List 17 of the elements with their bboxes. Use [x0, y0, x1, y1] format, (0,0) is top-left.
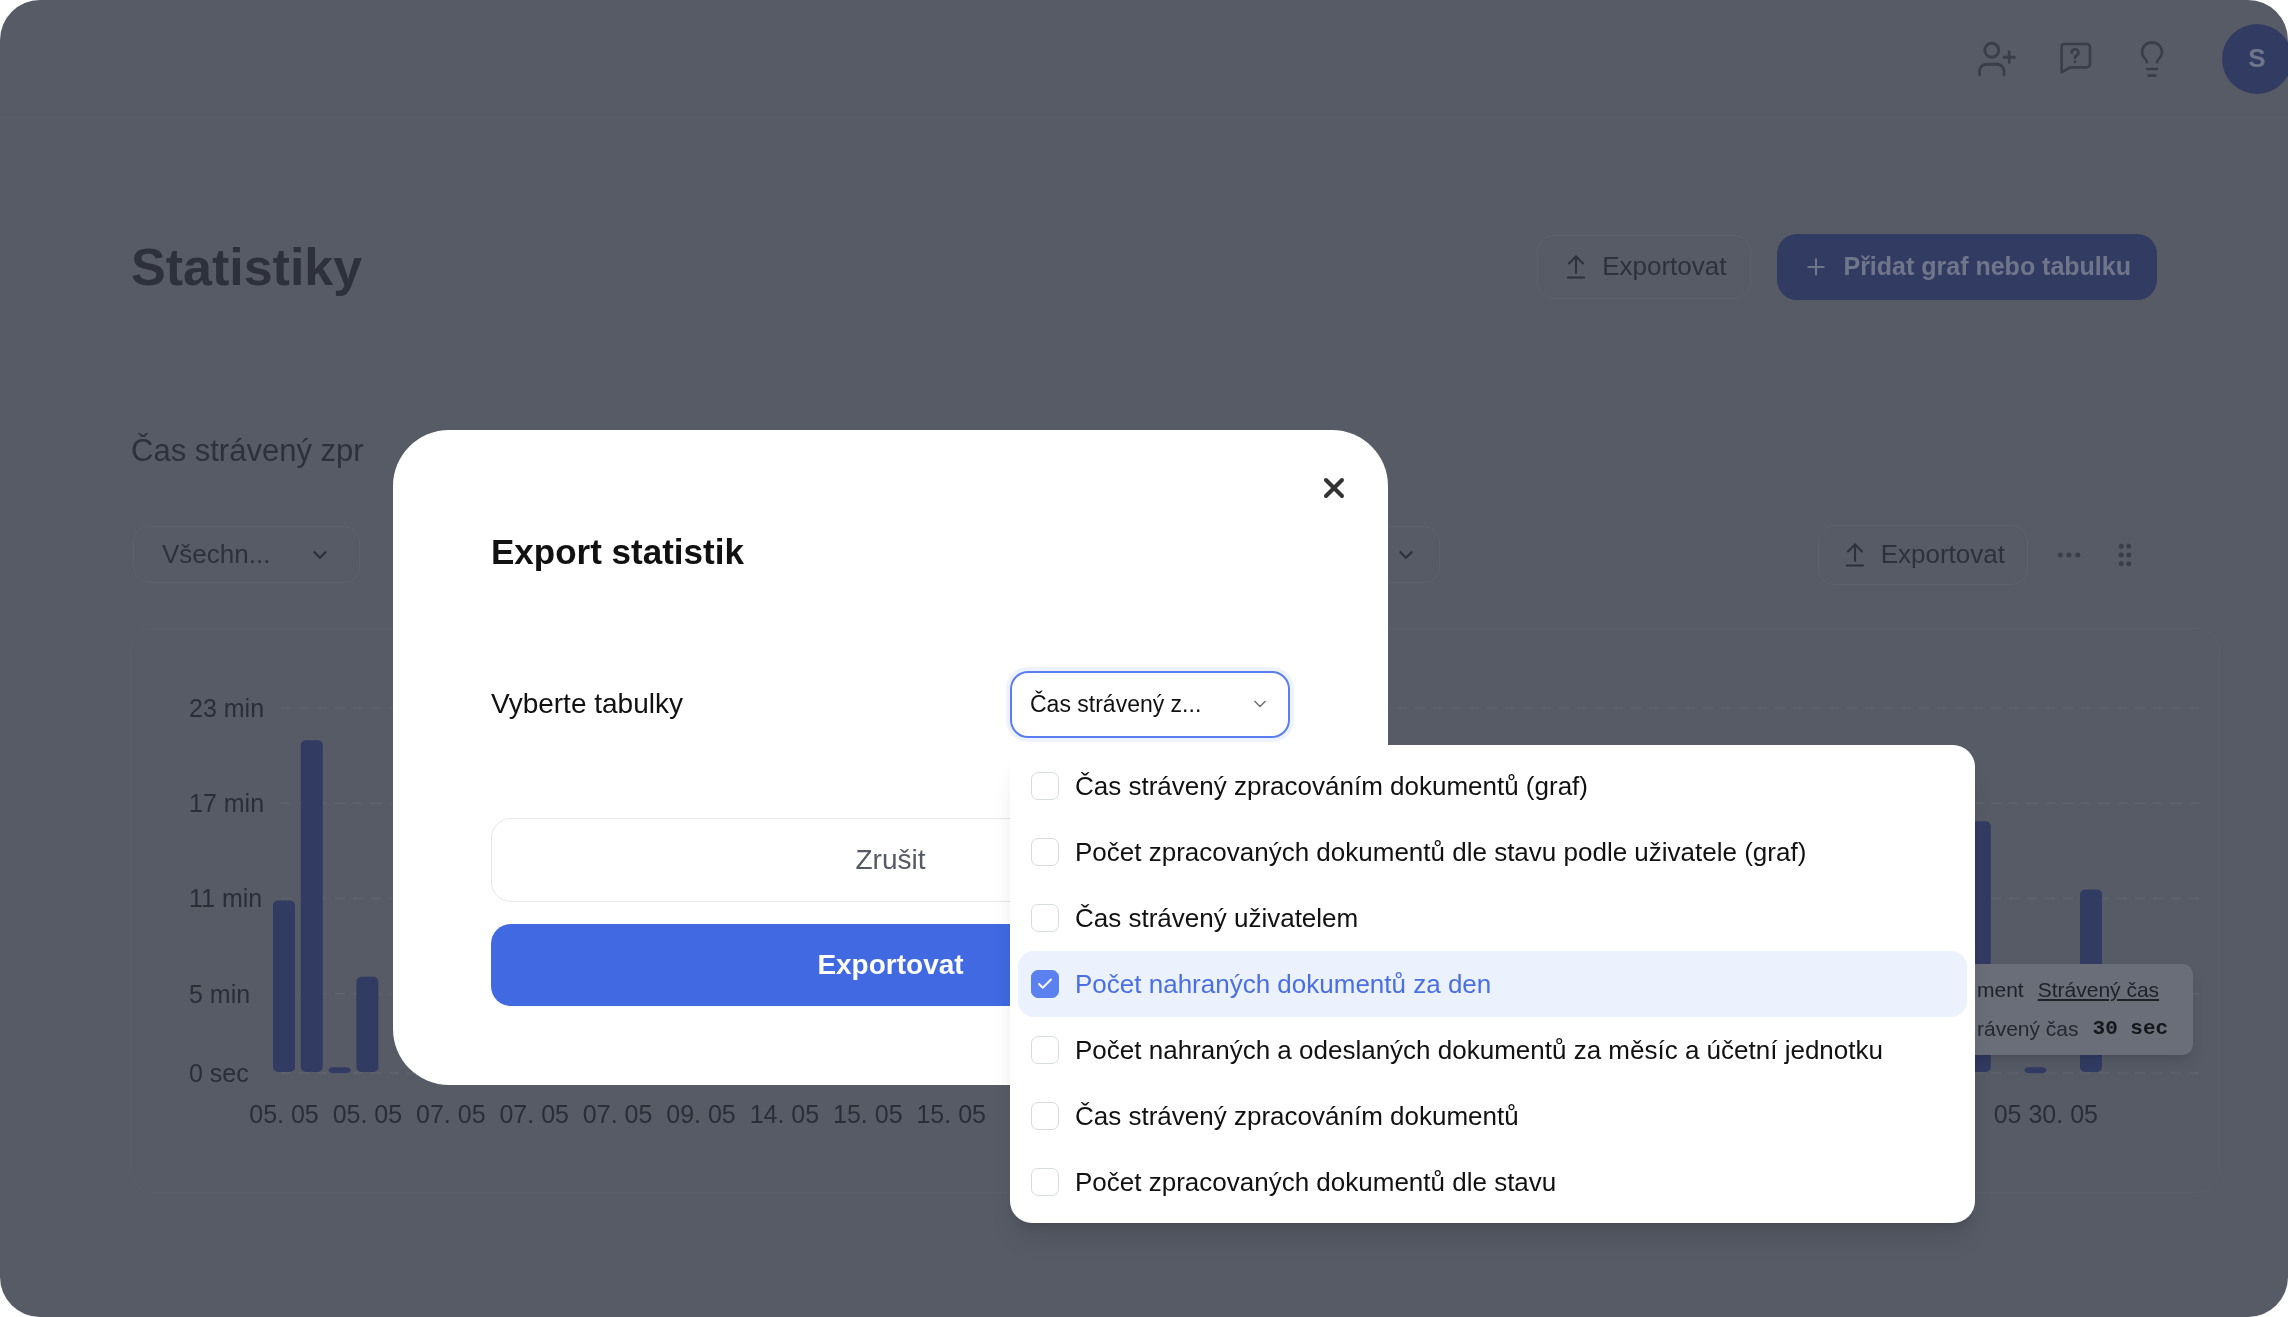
option-label: Počet zpracovaných dokumentů dle stavu	[1075, 1165, 1557, 1199]
chart-bar	[2024, 1066, 2047, 1073]
field-label: Vyberte tabulky	[491, 687, 683, 721]
tooltip-value: 30 sec	[2092, 1016, 2169, 1042]
dialog-title: Export statistik	[491, 531, 745, 573]
option-item[interactable]: Počet nahraných dokumentů za den	[1018, 951, 1967, 1017]
tooltip-label: rávený čas	[1977, 1016, 2079, 1042]
checkbox[interactable]	[1031, 970, 1059, 998]
option-label: Čas strávený zpracováním dokumentů	[1075, 1099, 1519, 1133]
chart-bar	[328, 1066, 351, 1073]
option-item[interactable]: Počet zpracovaných dokumentů dle stavu	[1018, 1149, 1967, 1215]
option-item[interactable]: Čas strávený zpracováním dokumentů	[1018, 1083, 1967, 1149]
option-item[interactable]: Čas strávený zpracováním dokumentů (graf)	[1018, 753, 1967, 819]
option-label: Počet nahraných a odeslaných dokumentů za měsíc a účetní jednotku	[1075, 1033, 1883, 1067]
option-item[interactable]: Počet nahraných a odeslaných dokumentů za měsíc a účetní jednotku	[1018, 1017, 1967, 1083]
option-label: Čas strávený zpracováním dokumentů (graf)	[1075, 769, 1588, 803]
tooltip-label: ment	[1977, 976, 2024, 1003]
